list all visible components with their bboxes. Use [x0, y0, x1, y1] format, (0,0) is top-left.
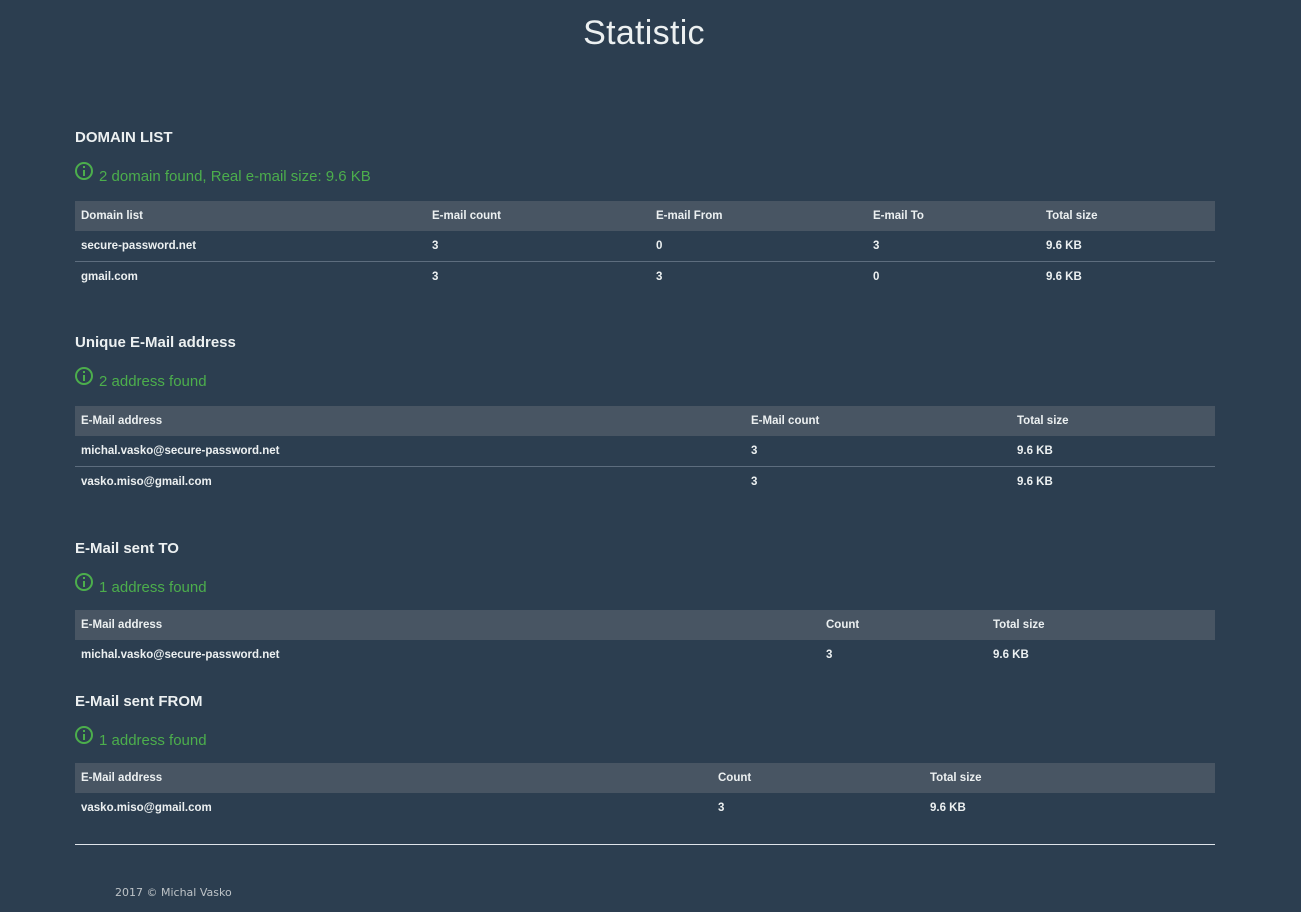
- domain-list-table: Domain list E-mail count E-mail From E-m…: [75, 201, 1215, 292]
- page-title: Statistic: [583, 14, 705, 52]
- email-cell: vasko.miso@gmail.com: [81, 802, 212, 814]
- email-cell: michal.vasko@secure-password.net: [81, 649, 280, 661]
- info-text: 2 domain found, Real e-mail size: 9.6 KB: [99, 168, 371, 185]
- count-cell: 3: [432, 240, 439, 252]
- footer-divider: [75, 844, 1215, 845]
- sent-from-table: E-Mail address Count Total size vasko.mi…: [75, 763, 1215, 823]
- section-heading: DOMAIN LIST: [75, 129, 173, 146]
- size-cell: 9.6 KB: [1040, 261, 1215, 292]
- column-header: Domain list: [81, 210, 143, 222]
- column-header: E-Mail count: [751, 415, 820, 427]
- section-heading: Unique E-Mail address: [75, 334, 236, 351]
- column-header: Total size: [993, 619, 1045, 631]
- footer-copyright: 2017 © Michal Vasko: [115, 886, 232, 899]
- count-cell: 3: [751, 445, 758, 457]
- from-cell: 3: [650, 261, 867, 292]
- domain-list-section: DOMAIN LIST 2 domain found, Real e-mail …: [75, 128, 1215, 292]
- table-header-row: E-Mail address E-Mail count Total size: [75, 406, 1215, 436]
- info-icon: [75, 162, 93, 180]
- column-header: Total size: [1046, 210, 1098, 222]
- column-header: E-mail From: [656, 210, 723, 222]
- sent-from-section: E-Mail sent FROM 1 address found E-Mail …: [75, 692, 1215, 823]
- sent-to-table: E-Mail address Count Total size michal.v…: [75, 610, 1215, 670]
- column-header: E-mail To: [873, 210, 924, 222]
- from-cell: 0: [656, 240, 663, 252]
- count-cell: 3: [426, 261, 650, 292]
- column-header: E-mail count: [432, 210, 502, 222]
- size-cell: 9.6 KB: [1017, 445, 1053, 457]
- info-icon: [75, 367, 93, 385]
- table-row: vasko.miso@gmail.com 3 9.6 KB: [75, 466, 1215, 497]
- column-header: Count: [718, 772, 752, 784]
- section-heading: E-Mail sent TO: [75, 540, 179, 557]
- email-cell: michal.vasko@secure-password.net: [81, 445, 280, 457]
- table-row: secure-password.net 3 0 3 9.6 KB: [75, 231, 1215, 262]
- column-header: Total size: [1017, 415, 1069, 427]
- info-icon: [75, 726, 93, 744]
- statistic-page: Statistic DOMAIN LIST 2 domain found, Re…: [0, 0, 1301, 912]
- info-message: 2 domain found, Real e-mail size: 9.6 KB: [75, 162, 1215, 192]
- to-cell: 3: [873, 240, 880, 252]
- table-row: gmail.com 3 3 0 9.6 KB: [75, 261, 1215, 292]
- table-row: michal.vasko@secure-password.net 3 9.6 K…: [75, 436, 1215, 467]
- info-text: 1 address found: [99, 579, 207, 596]
- size-cell: 9.6 KB: [993, 649, 1029, 661]
- table-row: michal.vasko@secure-password.net 3 9.6 K…: [75, 640, 1215, 670]
- column-header: Total size: [930, 772, 982, 784]
- info-message: 2 address found: [75, 367, 1215, 397]
- count-cell: 3: [718, 802, 725, 814]
- sent-to-section: E-Mail sent TO 1 address found E-Mail ad…: [75, 539, 1215, 670]
- size-cell: 9.6 KB: [930, 802, 966, 814]
- to-cell: 0: [867, 261, 1040, 292]
- column-header: E-Mail address: [81, 415, 163, 427]
- domain-cell: secure-password.net: [81, 240, 197, 252]
- table-header-row: E-Mail address Count Total size: [75, 610, 1215, 640]
- table-header-row: Domain list E-mail count E-mail From E-m…: [75, 201, 1215, 231]
- info-message: 1 address found: [75, 726, 1215, 756]
- size-cell: 9.6 KB: [1011, 466, 1215, 497]
- info-text: 2 address found: [99, 373, 207, 390]
- unique-address-section: Unique E-Mail address 2 address found E-…: [75, 333, 1215, 497]
- domain-cell: gmail.com: [75, 261, 426, 292]
- info-message: 1 address found: [75, 573, 1215, 603]
- column-header: E-Mail address: [81, 772, 163, 784]
- unique-address-table: E-Mail address E-Mail count Total size m…: [75, 406, 1215, 497]
- column-header: E-Mail address: [81, 619, 163, 631]
- section-heading: E-Mail sent FROM: [75, 693, 203, 710]
- column-header: Count: [826, 619, 860, 631]
- info-icon: [75, 573, 93, 591]
- info-text: 1 address found: [99, 732, 207, 749]
- email-cell: vasko.miso@gmail.com: [75, 466, 745, 497]
- count-cell: 3: [826, 649, 833, 661]
- size-cell: 9.6 KB: [1046, 240, 1082, 252]
- count-cell: 3: [745, 466, 1011, 497]
- table-row: vasko.miso@gmail.com 3 9.6 KB: [75, 793, 1215, 823]
- table-header-row: E-Mail address Count Total size: [75, 763, 1215, 793]
